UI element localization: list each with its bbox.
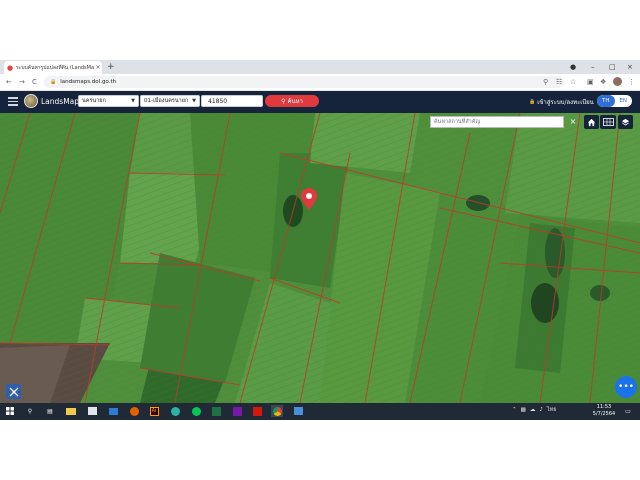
place-search-input[interactable]: ค้นหาสถานที่สำคัญ xyxy=(430,116,564,128)
mail-icon[interactable] xyxy=(107,405,119,417)
layers-button[interactable] xyxy=(618,115,633,129)
reload-button[interactable]: C xyxy=(32,76,37,88)
login-label: เข้าสู่ระบบ/ลงทะเบียน xyxy=(537,99,594,106)
maximize-button[interactable]: □ xyxy=(609,61,616,73)
chevron-down-icon: ▼ xyxy=(131,98,135,104)
record-icon[interactable]: ● xyxy=(570,61,576,73)
chevron-down-icon: ▼ xyxy=(192,98,196,104)
file-explorer-icon[interactable] xyxy=(65,405,77,417)
layers-icon xyxy=(621,118,630,126)
search-button[interactable]: ⚲ ค้นหา xyxy=(265,95,319,107)
lock-icon: 🔒 xyxy=(529,99,536,105)
clock-time: 11:53 xyxy=(596,404,612,410)
map-pin-favicon-icon: ● xyxy=(7,63,14,72)
illustrator-icon[interactable]: Ai xyxy=(148,405,160,417)
store-icon[interactable] xyxy=(86,405,98,417)
tab-close-icon[interactable]: × xyxy=(94,64,102,71)
task-view-icon[interactable]: ▤ xyxy=(44,405,56,417)
login-link[interactable]: 🔒 เข้าสู่ระบบ/ลงทะเบียน xyxy=(529,97,594,107)
firefox-icon[interactable] xyxy=(128,405,140,417)
more-options-button[interactable]: ••• xyxy=(615,376,637,398)
keyboard-language[interactable]: ไทย xyxy=(547,406,557,414)
translate-icon[interactable]: ☷ xyxy=(556,76,562,88)
language-toggle[interactable]: TH EN xyxy=(597,95,632,107)
home-icon xyxy=(587,118,596,126)
clear-search-button[interactable]: × xyxy=(566,116,580,128)
address-bar[interactable]: 🔒 landsmaps.dol.go.th xyxy=(44,76,564,88)
url-text: landsmaps.dol.go.th xyxy=(60,79,117,85)
photos-icon[interactable] xyxy=(292,405,304,417)
cloud-icon[interactable]: ☁ xyxy=(530,407,536,413)
brand-name: LandsMaps xyxy=(41,97,83,106)
taskbar-clock[interactable]: 11:53 5/7/2564 xyxy=(592,404,616,418)
satellite-map[interactable] xyxy=(0,113,640,403)
back-button[interactable]: ← xyxy=(6,76,12,88)
system-tray: ⌃ ▩ ☁ ♪ ไทย xyxy=(512,406,556,414)
lock-icon: 🔒 xyxy=(50,79,57,85)
search-icon: ⚲ xyxy=(281,97,286,105)
tools-button[interactable] xyxy=(6,384,21,399)
onenote-icon[interactable] xyxy=(231,405,243,417)
profile-avatar[interactable] xyxy=(613,77,622,86)
map-imagery xyxy=(0,113,640,403)
parcel-number-value: 41850 xyxy=(208,97,228,105)
browser-tab[interactable]: ● ระบบค้นหารูปแปลงที่ดิน (LandsMaps × xyxy=(4,61,102,74)
grid-button[interactable] xyxy=(600,115,616,129)
minimize-button[interactable]: – xyxy=(591,61,595,73)
volume-icon[interactable]: ♪ xyxy=(539,407,543,413)
network-icon[interactable]: ▩ xyxy=(521,407,526,413)
parcel-number-input[interactable]: 41850 xyxy=(201,95,263,107)
excel-icon[interactable] xyxy=(210,405,222,417)
line-icon[interactable] xyxy=(190,405,202,417)
province-value: นครนายก xyxy=(82,98,106,104)
location-marker-icon[interactable] xyxy=(301,188,317,210)
forward-button[interactable]: → xyxy=(19,76,25,88)
lang-th-button[interactable]: TH xyxy=(597,95,615,107)
search-button-label: ค้นหา xyxy=(287,98,303,105)
acrobat-icon[interactable] xyxy=(251,405,263,417)
notification-icon[interactable]: ▭ xyxy=(622,405,634,417)
grid-icon xyxy=(602,118,614,126)
location-icon[interactable]: ⚲ xyxy=(543,76,548,88)
search-icon[interactable]: ⚲ xyxy=(24,405,36,417)
province-select[interactable]: นครนายก ▼ xyxy=(78,95,139,107)
window-close-button[interactable]: × xyxy=(627,61,633,73)
chevron-up-icon[interactable]: ⌃ xyxy=(512,407,517,413)
menu-kebab-icon[interactable]: ⋮ xyxy=(628,76,635,88)
extension-icon[interactable]: ▣ xyxy=(587,76,594,88)
puzzle-icon[interactable]: ❖ xyxy=(600,76,606,88)
home-button[interactable] xyxy=(584,115,599,129)
chrome-icon[interactable] xyxy=(271,405,283,417)
district-value: 01-เมืองนครนายก xyxy=(144,98,189,104)
new-tab-button[interactable]: + xyxy=(107,61,115,73)
tab-title: ระบบค้นหารูปแปลงที่ดิน (LandsMaps xyxy=(16,64,94,71)
place-search-placeholder: ค้นหาสถานที่สำคัญ xyxy=(434,119,481,125)
edge-icon[interactable] xyxy=(169,405,181,417)
hamburger-menu-icon[interactable] xyxy=(8,97,18,106)
dol-logo xyxy=(24,94,38,108)
district-select[interactable]: 01-เมืองนครนายก ▼ xyxy=(140,95,200,107)
clock-date: 5/7/2564 xyxy=(592,411,616,417)
star-icon[interactable]: ☆ xyxy=(570,76,576,88)
lang-en-button[interactable]: EN xyxy=(615,95,633,107)
tools-icon xyxy=(9,387,18,396)
windows-start-icon[interactable] xyxy=(4,405,16,417)
